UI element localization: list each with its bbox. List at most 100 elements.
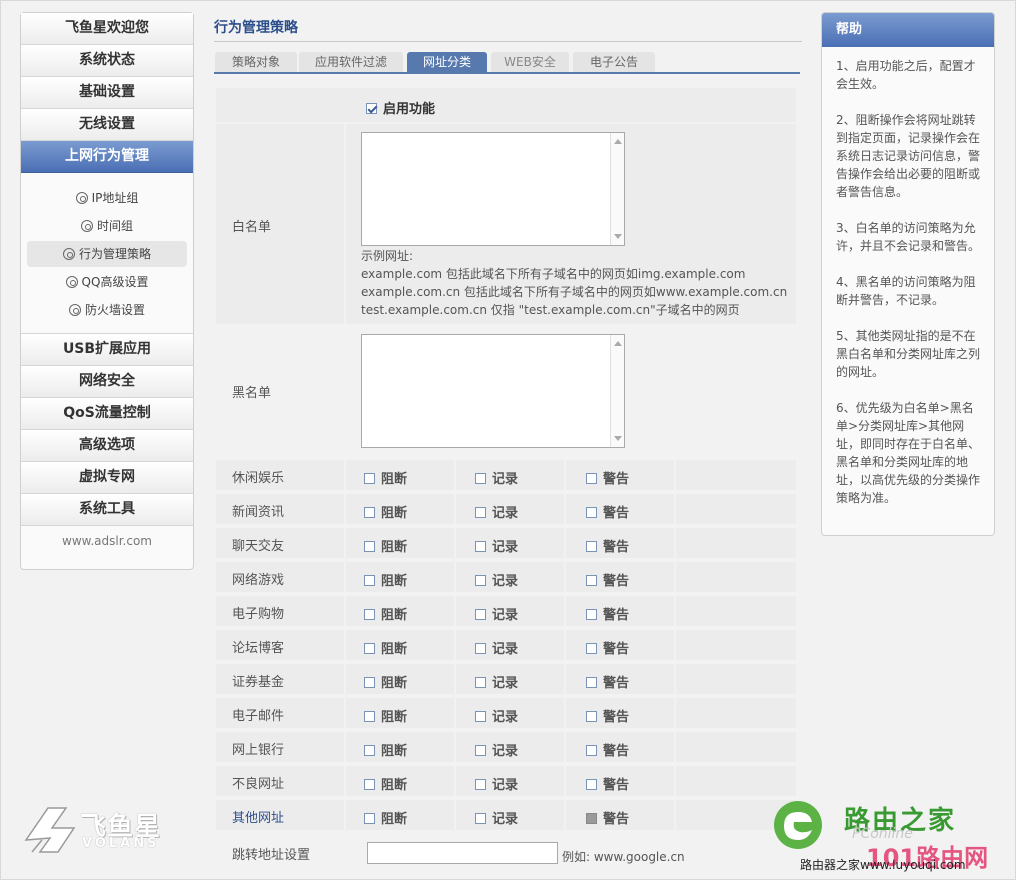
submenu-qq-advanced[interactable]: QQ高级设置 xyxy=(27,269,187,295)
submenu-ip-group[interactable]: IP地址组 xyxy=(27,185,187,211)
category-log-option[interactable]: 记录 xyxy=(475,604,518,623)
menu-wireless-settings[interactable]: 无线设置 xyxy=(21,109,193,141)
tab-policy-object[interactable]: 策略对象 xyxy=(215,52,297,72)
category-block-checkbox[interactable] xyxy=(364,643,375,654)
tab-bulletin[interactable]: 电子公告 xyxy=(573,52,655,72)
menu-network-security[interactable]: 网络安全 xyxy=(21,366,193,398)
menu-advanced[interactable]: 高级选项 xyxy=(21,430,193,462)
category-block-option[interactable]: 阻断 xyxy=(364,468,407,487)
category-log-checkbox[interactable] xyxy=(475,745,486,756)
menu-qos[interactable]: QoS流量控制 xyxy=(21,398,193,430)
category-warn-option[interactable]: 警告 xyxy=(586,774,629,793)
category-block-option[interactable]: 阻断 xyxy=(364,706,407,725)
menu-basic-settings[interactable]: 基础设置 xyxy=(21,77,193,109)
category-block-checkbox[interactable] xyxy=(364,813,375,824)
category-log-checkbox[interactable] xyxy=(475,779,486,790)
category-log-checkbox[interactable] xyxy=(475,609,486,620)
category-warn-checkbox[interactable] xyxy=(586,541,597,552)
tab-web-security[interactable]: WEB安全 xyxy=(491,52,569,72)
category-log-checkbox[interactable] xyxy=(475,473,486,484)
category-warn-checkbox[interactable] xyxy=(586,575,597,586)
category-block-option[interactable]: 阻断 xyxy=(364,570,407,589)
category-log-option[interactable]: 记录 xyxy=(475,536,518,555)
category-warn-option[interactable]: 警告 xyxy=(586,604,629,623)
category-block-checkbox[interactable] xyxy=(364,745,375,756)
category-log-option[interactable]: 记录 xyxy=(475,672,518,691)
sidebar-footer-link[interactable]: www.adslr.com xyxy=(21,526,193,556)
category-log-checkbox[interactable] xyxy=(475,677,486,688)
scroll-down-icon[interactable] xyxy=(614,436,622,441)
redirect-input[interactable] xyxy=(367,842,558,864)
category-warn-checkbox[interactable] xyxy=(586,507,597,518)
scroll-up-icon[interactable] xyxy=(614,341,622,346)
category-log-option[interactable]: 记录 xyxy=(475,638,518,657)
category-warn-checkbox[interactable] xyxy=(586,677,597,688)
category-block-checkbox[interactable] xyxy=(364,575,375,586)
enable-checkbox[interactable] xyxy=(366,103,377,114)
tab-url-category[interactable]: 网址分类 xyxy=(407,52,487,74)
category-log-option[interactable]: 记录 xyxy=(475,774,518,793)
category-block-checkbox[interactable] xyxy=(364,541,375,552)
category-warn-checkbox[interactable] xyxy=(586,745,597,756)
category-warn-checkbox[interactable] xyxy=(586,643,597,654)
category-block-option[interactable]: 阻断 xyxy=(364,672,407,691)
category-log-checkbox[interactable] xyxy=(475,711,486,722)
category-log-option[interactable]: 记录 xyxy=(475,502,518,521)
category-warn-checkbox[interactable] xyxy=(586,813,597,824)
scroll-up-icon[interactable] xyxy=(614,139,622,144)
category-log-checkbox[interactable] xyxy=(475,643,486,654)
category-warn-option[interactable]: 警告 xyxy=(586,808,629,827)
submenu-time-group[interactable]: 时间组 xyxy=(27,213,187,239)
menu-system-tools[interactable]: 系统工具 xyxy=(21,494,193,526)
scrollbar[interactable] xyxy=(610,335,624,447)
menu-welcome[interactable]: 飞鱼星欢迎您 xyxy=(21,13,193,45)
whitelist-textarea[interactable] xyxy=(361,132,625,246)
category-block-option[interactable]: 阻断 xyxy=(364,638,407,657)
category-block-checkbox[interactable] xyxy=(364,711,375,722)
category-block-checkbox[interactable] xyxy=(364,609,375,620)
category-block-checkbox[interactable] xyxy=(364,473,375,484)
category-log-option[interactable]: 记录 xyxy=(475,570,518,589)
category-block-option[interactable]: 阻断 xyxy=(364,502,407,521)
category-warn-checkbox[interactable] xyxy=(586,473,597,484)
category-log-option[interactable]: 记录 xyxy=(475,740,518,759)
scroll-down-icon[interactable] xyxy=(614,234,622,239)
enable-function[interactable]: 启用功能 xyxy=(366,98,435,117)
menu-usb[interactable]: USB扩展应用 xyxy=(21,334,193,366)
category-block-option[interactable]: 阻断 xyxy=(364,536,407,555)
category-block-option[interactable]: 阻断 xyxy=(364,604,407,623)
category-warn-option[interactable]: 警告 xyxy=(586,536,629,555)
category-block-option[interactable]: 阻断 xyxy=(364,808,407,827)
category-warn-option[interactable]: 警告 xyxy=(586,740,629,759)
category-warn-option[interactable]: 警告 xyxy=(586,638,629,657)
category-log-checkbox[interactable] xyxy=(475,813,486,824)
tab-app-filter[interactable]: 应用软件过滤 xyxy=(299,52,403,72)
category-log-option[interactable]: 记录 xyxy=(475,706,518,725)
menu-system-status[interactable]: 系统状态 xyxy=(21,45,193,77)
category-warn-checkbox[interactable] xyxy=(586,609,597,620)
category-log-checkbox[interactable] xyxy=(475,507,486,518)
category-warn-option[interactable]: 警告 xyxy=(586,570,629,589)
category-warn-option[interactable]: 警告 xyxy=(586,706,629,725)
category-log-checkbox[interactable] xyxy=(475,575,486,586)
category-warn-option[interactable]: 警告 xyxy=(586,468,629,487)
category-block-option[interactable]: 阻断 xyxy=(364,774,407,793)
blacklist-textarea[interactable] xyxy=(361,334,625,448)
category-warn-option[interactable]: 警告 xyxy=(586,672,629,691)
scrollbar[interactable] xyxy=(610,133,624,245)
menu-behavior-management[interactable]: 上网行为管理 xyxy=(21,141,193,173)
submenu-behavior-policy[interactable]: 行为管理策略 xyxy=(27,241,187,267)
category-block-checkbox[interactable] xyxy=(364,779,375,790)
category-warn-option[interactable]: 警告 xyxy=(586,502,629,521)
menu-vpn[interactable]: 虚拟专网 xyxy=(21,462,193,494)
category-block-checkbox[interactable] xyxy=(364,677,375,688)
category-log-option[interactable]: 记录 xyxy=(475,808,518,827)
category-block-checkbox[interactable] xyxy=(364,507,375,518)
category-warn-checkbox[interactable] xyxy=(586,711,597,722)
help-paragraph: 6、优先级为白名单>黑名单>分类网址库>其他网址，即同时存在于白名单、黑名单和分… xyxy=(836,401,981,505)
category-log-checkbox[interactable] xyxy=(475,541,486,552)
submenu-firewall[interactable]: 防火墙设置 xyxy=(27,297,187,323)
category-block-option[interactable]: 阻断 xyxy=(364,740,407,759)
category-warn-checkbox[interactable] xyxy=(586,779,597,790)
category-log-option[interactable]: 记录 xyxy=(475,468,518,487)
